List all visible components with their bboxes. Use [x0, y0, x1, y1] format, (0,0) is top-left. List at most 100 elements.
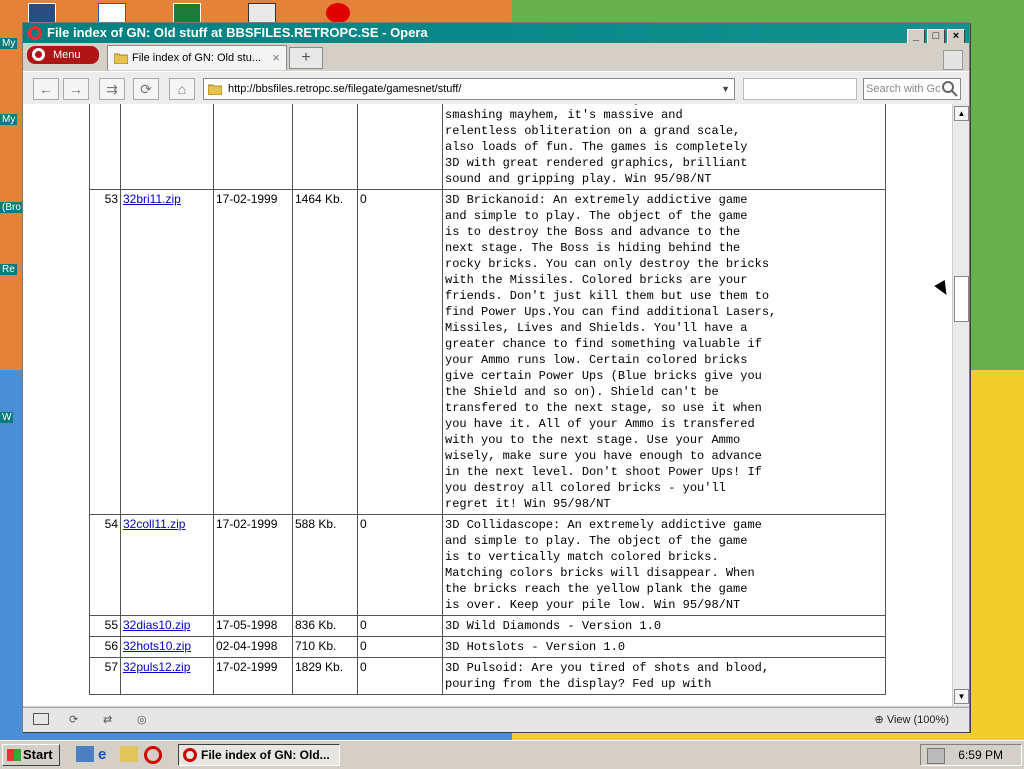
menu-label: Menu	[53, 49, 81, 61]
new-tab-button[interactable]: +	[289, 47, 323, 69]
desktop-opera-icon[interactable]	[326, 3, 350, 23]
zoom-icon: ⊕	[874, 714, 887, 726]
file-date: 17-02-1999	[216, 192, 278, 206]
download-count: 0	[360, 618, 367, 632]
file-date: 17-02-1999	[216, 517, 278, 531]
file-date-cell: 17-02-1999	[213, 189, 293, 515]
address-field[interactable]: http://bbsfiles.retropc.se/filegate/game…	[203, 78, 735, 100]
file-name-link-cell	[120, 104, 214, 190]
file-description: 3D Pulsoid: Are you tired of shots and b…	[445, 661, 770, 691]
show-desktop-icon[interactable]	[76, 746, 94, 762]
network-icon[interactable]	[927, 748, 945, 764]
internet-explorer-icon[interactable]: e	[98, 746, 116, 763]
tab-active[interactable]: File index of GN: Old stu... ×	[107, 45, 287, 70]
search-icon[interactable]	[940, 79, 960, 99]
file-size: 1829 Kb.	[295, 660, 344, 674]
back-button[interactable]: ←	[33, 78, 59, 100]
file-name-link[interactable]: 32hots10.zip	[123, 639, 191, 653]
window-controls: _ □ ×	[905, 25, 965, 45]
start-button[interactable]: Start	[2, 744, 60, 766]
file-date: 17-05-1998	[216, 618, 278, 632]
opera-quicklaunch-icon[interactable]	[144, 746, 162, 764]
desktop-label[interactable]: My	[0, 114, 18, 125]
download-count-cell: 0	[357, 514, 443, 616]
folder-icon	[208, 84, 222, 95]
taskbar: Start e File index of GN: Old... 6:59 PM	[0, 740, 1024, 769]
desktop-label[interactable]: (Bro	[0, 202, 23, 213]
toolbar-field[interactable]	[743, 78, 857, 100]
download-count: 0	[360, 192, 367, 206]
zoom-level[interactable]: ⊕ View (100%)	[875, 713, 949, 726]
file-number-cell: 56	[89, 636, 121, 658]
file-number: 54	[104, 517, 118, 531]
file-description-cell: 3D Wild Diamonds - Version 1.0	[442, 615, 886, 637]
file-size-cell: 1829 Kb.	[292, 657, 358, 695]
scroll-up-icon[interactable]: ▲	[954, 106, 969, 121]
file-name-link-cell: 32bri11.zip	[120, 189, 214, 515]
file-size: 710 Kb.	[295, 639, 337, 653]
file-date-cell: 17-02-1999	[213, 657, 293, 695]
file-name-link-cell: 32hots10.zip	[120, 636, 214, 658]
fast-forward-button[interactable]: ⇉	[99, 78, 125, 100]
navigation-bar: ← → ⇉ ⟳ ⌂ http://bbsfiles.retropc.se/fil…	[23, 71, 969, 105]
sync-icon[interactable]: ⟳	[69, 713, 85, 727]
taskbar-opera-window[interactable]: File index of GN: Old...	[178, 744, 340, 766]
file-number-cell: 54	[89, 514, 121, 616]
file-size-cell: 1464 Kb.	[292, 189, 358, 515]
forward-button[interactable]: →	[63, 78, 89, 100]
home-button[interactable]: ⌂	[169, 78, 195, 100]
desktop-label[interactable]: Re	[0, 264, 17, 275]
file-name-link[interactable]: 32bri11.zip	[123, 192, 181, 206]
vertical-scrollbar[interactable]: ▲ ▼	[952, 104, 969, 706]
file-name-link[interactable]: 32dias10.zip	[123, 618, 190, 632]
file-number: 55	[104, 618, 118, 632]
file-number: 53	[104, 192, 118, 206]
share-icon[interactable]: ⇄	[103, 713, 119, 727]
file-size: 836 Kb.	[295, 618, 337, 632]
window-title: File index of GN: Old stuff at BBSFILES.…	[47, 25, 428, 40]
download-count: 0	[360, 517, 367, 531]
opera-menu-button[interactable]: Menu	[27, 46, 99, 64]
tab-title: File index of GN: Old stu...	[132, 52, 261, 64]
taskbar-window-title: File index of GN: Old...	[201, 748, 330, 762]
file-name-link-cell: 32dias10.zip	[120, 615, 214, 637]
opera-logo-icon	[32, 48, 45, 61]
file-date-cell	[213, 104, 293, 190]
download-count-cell: 0	[357, 189, 443, 515]
file-date-cell: 17-02-1999	[213, 514, 293, 616]
window-titlebar[interactable]: File index of GN: Old stuff at BBSFILES.…	[23, 23, 969, 45]
desktop-label[interactable]: W	[0, 412, 14, 423]
scroll-down-icon[interactable]: ▼	[954, 689, 969, 704]
file-number-cell: 53	[89, 189, 121, 515]
file-description-cell: levels of asteroid blasting, rock smashi…	[442, 104, 886, 190]
tab-close-icon[interactable]: ×	[272, 46, 280, 70]
file-table: levels of asteroid blasting, rock smashi…	[89, 104, 886, 695]
search-input[interactable]: Search with Google	[863, 78, 961, 100]
file-description: levels of asteroid blasting, rock smashi…	[445, 104, 748, 186]
file-size-cell	[292, 104, 358, 190]
quicklaunch-icon[interactable]	[120, 746, 138, 762]
download-count: 0	[360, 639, 367, 653]
opera-logo-icon	[183, 748, 197, 762]
trash-icon[interactable]	[943, 50, 963, 70]
file-name-link[interactable]: 32puls12.zip	[123, 660, 190, 674]
file-description: 3D Brickanoid: An extremely addictive ga…	[445, 193, 777, 511]
desktop-label[interactable]: My	[0, 38, 18, 49]
scrollbar-thumb[interactable]	[954, 276, 969, 322]
table-row: 55 32dias10.zip 17-05-1998 836 Kb. 0 3D Wild …	[89, 615, 886, 637]
turbo-icon[interactable]: ◎	[137, 713, 153, 727]
table-row: 56 32hots10.zip 02-04-1998 710 Kb. 0 3D Hotsl…	[89, 636, 886, 658]
table-row: levels of asteroid blasting, rock smashi…	[89, 104, 886, 190]
file-name-link[interactable]: 32coll11.zip	[123, 517, 185, 531]
reload-button[interactable]: ⟳	[133, 78, 159, 100]
file-number: 56	[104, 639, 118, 653]
panel-toggle-icon[interactable]	[33, 713, 49, 725]
chevron-down-icon[interactable]: ▼	[721, 79, 730, 99]
table-row: 57 32puls12.zip 17-02-1999 1829 Kb. 0 3D Puls…	[89, 657, 886, 695]
file-size-cell: 710 Kb.	[292, 636, 358, 658]
tab-bar: Menu File index of GN: Old stu... × +	[23, 43, 969, 71]
browser-window: File index of GN: Old stuff at BBSFILES.…	[22, 22, 970, 732]
start-label: Start	[23, 747, 53, 762]
system-tray: 6:59 PM	[920, 744, 1022, 766]
file-description-cell: 3D Hotslots - Version 1.0	[442, 636, 886, 658]
